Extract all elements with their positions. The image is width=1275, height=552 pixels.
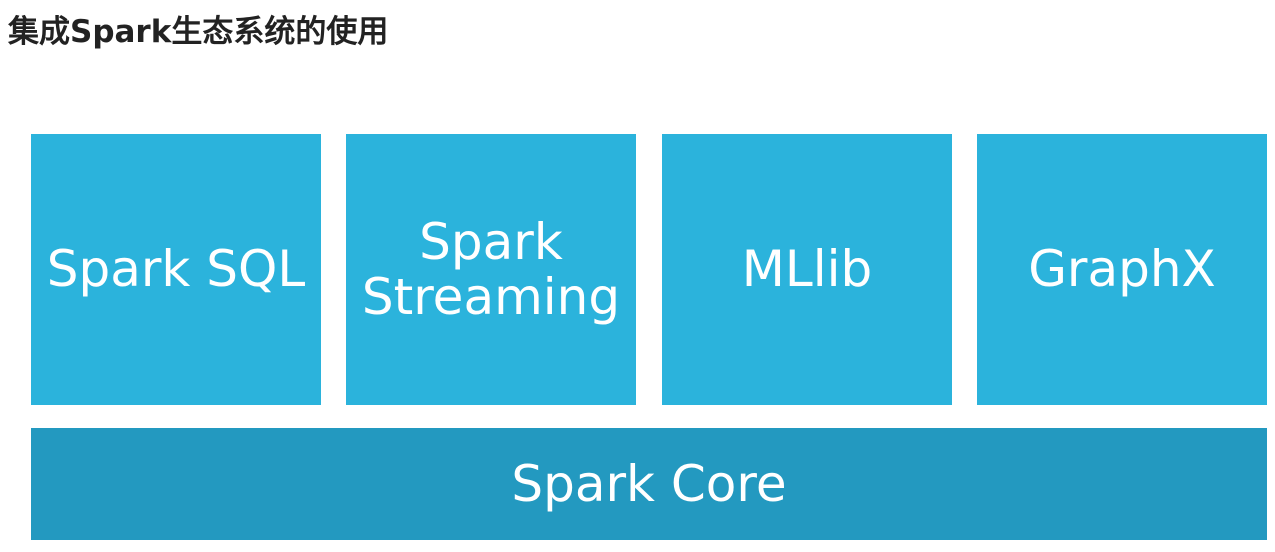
- slide-title: 集成Spark生态系统的使用: [8, 14, 389, 50]
- spark-core-layer: Spark Core: [31, 428, 1267, 540]
- component-spark-streaming: Spark Streaming: [346, 134, 636, 405]
- component-mllib: MLlib: [662, 134, 952, 405]
- component-spark-sql: Spark SQL: [31, 134, 321, 405]
- component-graphx: GraphX: [977, 134, 1267, 405]
